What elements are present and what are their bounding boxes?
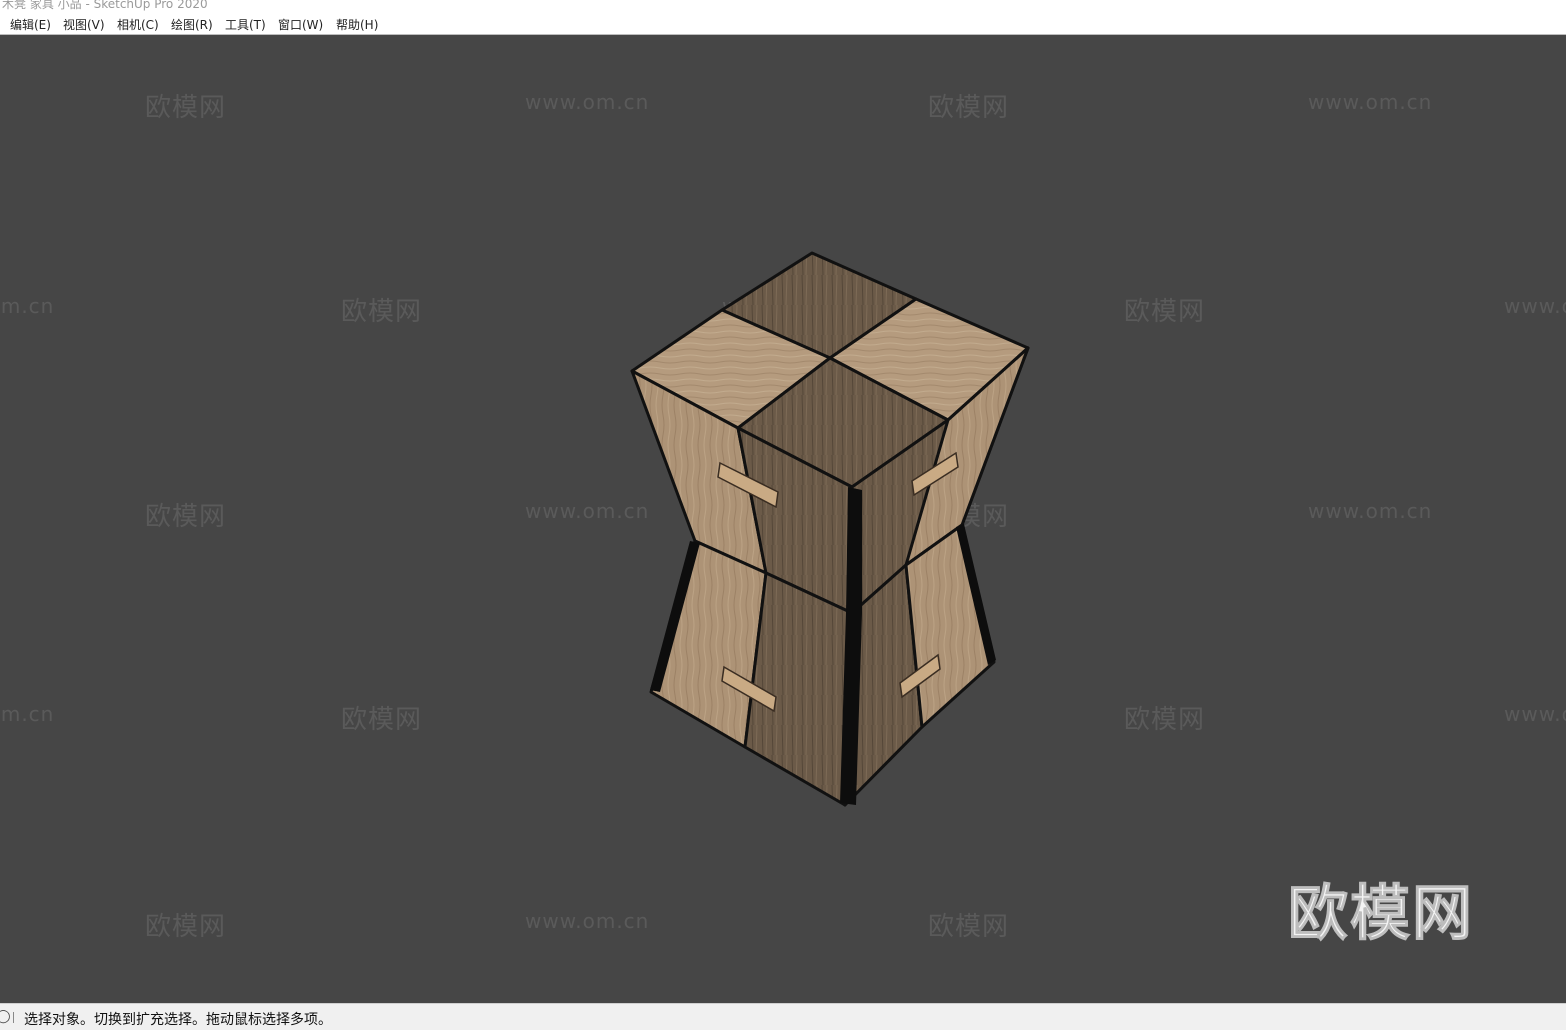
stool-body <box>630 251 1030 807</box>
info-icon[interactable]: ◯ <box>0 1009 11 1024</box>
wooden-stool-model[interactable] <box>0 35 1566 1003</box>
watermark-large-logo: 欧模网 <box>1288 879 1474 950</box>
menu-window[interactable]: 窗口(W) <box>278 16 323 33</box>
menu-camera[interactable]: 相机(C) <box>117 16 159 33</box>
status-bar: ◯ 选择对象。切换到扩充选择。拖动鼠标选择多项。 <box>0 1003 1566 1030</box>
title-bar: 木凳 家具 小品 - SketchUp Pro 2020 <box>0 0 1566 12</box>
menu-tools[interactable]: 工具(T) <box>225 16 266 33</box>
menu-draw[interactable]: 绘图(R) <box>171 16 213 33</box>
menu-view[interactable]: 视图(V) <box>63 16 105 33</box>
status-text: 选择对象。切换到扩充选择。拖动鼠标选择多项。 <box>24 1012 332 1028</box>
window-title: 木凳 家具 小品 - SketchUp Pro 2020 <box>2 0 208 11</box>
menu-edit[interactable]: 编辑(E) <box>10 16 51 33</box>
menu-help[interactable]: 帮助(H) <box>336 16 378 33</box>
menu-bar: 编辑(E) 视图(V) 相机(C) 绘图(R) 工具(T) 窗口(W) 帮助(H… <box>0 12 1566 35</box>
3d-viewport[interactable]: 欧模网 www.om.cn 欧模网 www.om.cn www.om.cn 欧模… <box>0 35 1566 1003</box>
status-divider <box>13 1012 14 1023</box>
